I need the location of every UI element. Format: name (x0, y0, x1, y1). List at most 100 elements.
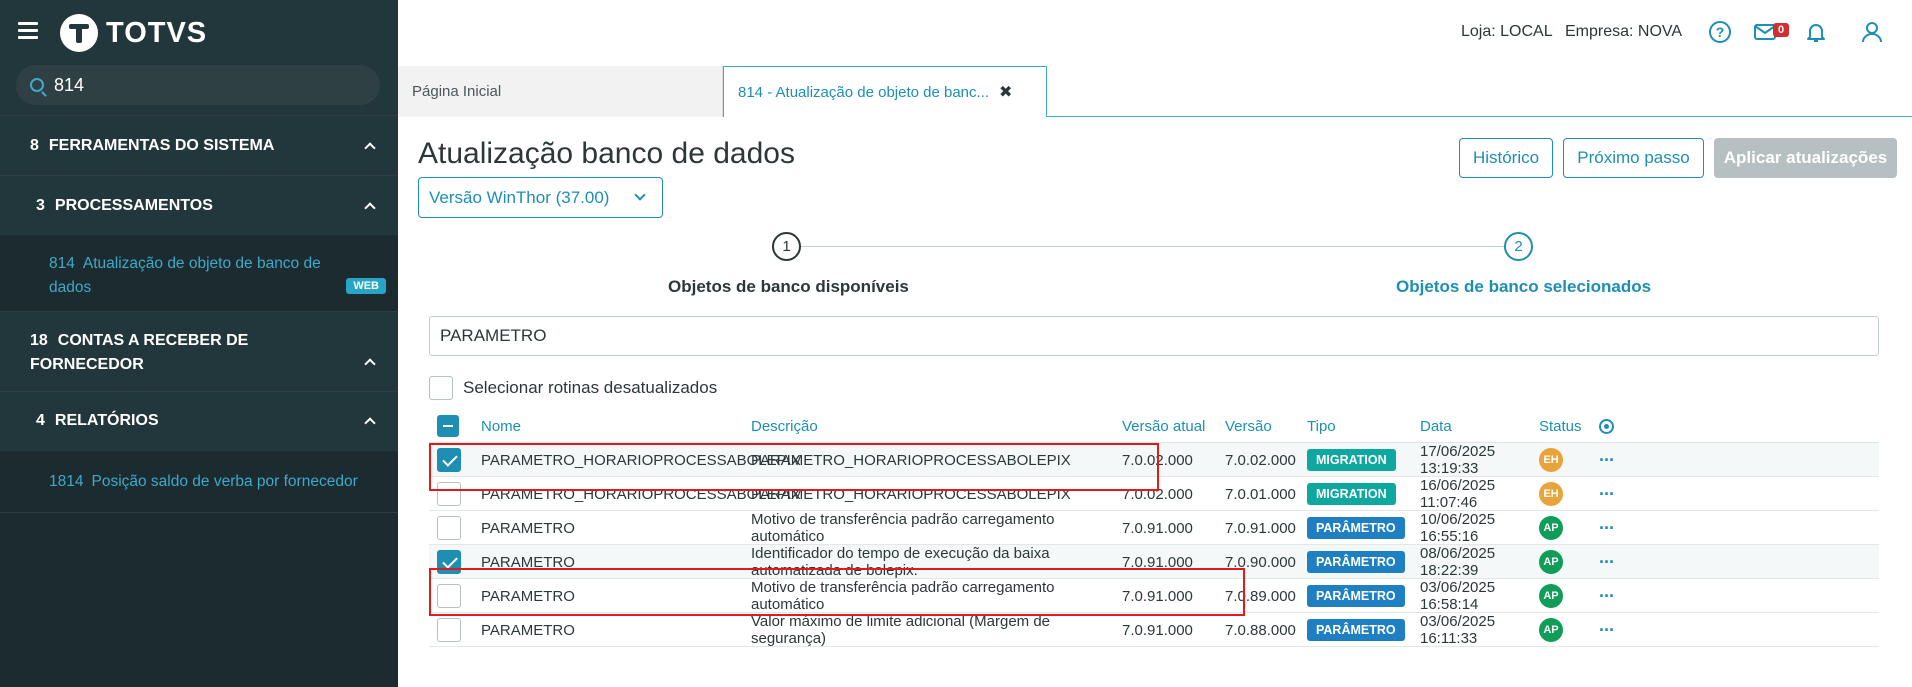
header-descricao[interactable]: Descrição (751, 409, 1121, 443)
cell-data: 17/06/2025 13:19:33 (1420, 443, 1495, 477)
data-time: 13:19:33 (1420, 460, 1479, 477)
cell-descricao: Valor máximo de limite adicional (Margem… (751, 613, 1051, 647)
tipo-tag: PARÂMETRO (1307, 551, 1405, 573)
row-checkbox[interactable] (437, 482, 461, 506)
table-row[interactable]: PARAMETRO Valor máximo de limite adicion… (429, 613, 1879, 647)
header-status[interactable]: Status (1539, 409, 1582, 443)
cell-versao: 7.0.90.000 (1225, 553, 1296, 571)
cell-nome: PARAMETRO (481, 621, 575, 639)
data-date: 17/06/2025 (1420, 443, 1496, 460)
hamburger-menu-icon[interactable] (18, 22, 38, 42)
menu-search[interactable] (16, 65, 380, 105)
search-icon (30, 78, 44, 92)
table-row[interactable]: PARAMETRO_HORARIOPROCESSABOLEPIX PARAMET… (429, 443, 1879, 477)
data-date: 03/06/2025 (1420, 579, 1496, 596)
more-options-icon[interactable]: ··· (1599, 450, 1615, 471)
row-checkbox[interactable] (437, 448, 461, 472)
sidebar-item-1814[interactable]: 1814 Posição saldo de verba por fornecedo… (0, 451, 398, 513)
more-options-icon[interactable]: ··· (1599, 518, 1615, 539)
page-title: Atualização banco de dados (418, 137, 795, 170)
tipo-tag: MIGRATION (1307, 449, 1396, 471)
table-row[interactable]: PARAMETRO Identificador do tempo de exec… (429, 545, 1879, 579)
select-all-checkbox[interactable] (437, 415, 459, 437)
row-checkbox[interactable] (437, 516, 461, 540)
status-avatar: AP (1539, 516, 1563, 540)
menu-search-input[interactable] (54, 74, 354, 96)
cell-data: 03/06/2025 16:11:33 (1420, 613, 1495, 647)
cell-versao: 7.0.88.000 (1225, 621, 1296, 639)
sidebar-group-ferramentas[interactable]: 8 FERRAMENTAS DO SISTEMA (0, 115, 398, 175)
more-options-icon[interactable]: ··· (1599, 484, 1615, 505)
table-row[interactable]: PARAMETRO_HORARIOPROCESSABOLEPIX PARAMET… (429, 477, 1879, 511)
cell-versao: 7.0.89.000 (1225, 587, 1296, 605)
web-badge: WEB (346, 278, 386, 294)
more-options-icon[interactable]: ··· (1599, 620, 1615, 641)
close-tab-icon[interactable]: ✖ (999, 82, 1012, 102)
header-versao[interactable]: Versão (1225, 409, 1272, 443)
chevron-down-icon (634, 189, 646, 201)
group-number: 8 (30, 137, 39, 154)
cell-nome: PARAMETRO (481, 519, 575, 537)
historico-button[interactable]: Histórico (1459, 138, 1553, 178)
tipo-tag: PARÂMETRO (1307, 585, 1405, 607)
sidebar-item-814[interactable]: 814 Atualização de objeto de banco de dad… (0, 235, 398, 311)
cell-versao-atual: 7.0.91.000 (1122, 621, 1193, 639)
header-nome[interactable]: Nome (481, 409, 521, 443)
cell-nome: PARAMETRO (481, 587, 575, 605)
gear-icon[interactable] (1599, 418, 1614, 434)
row-checkbox[interactable] (437, 550, 461, 574)
step-1-circle[interactable]: 1 (772, 232, 801, 261)
status-avatar: AP (1539, 584, 1563, 608)
row-checkbox[interactable] (437, 584, 461, 608)
empresa-info[interactable]: Empresa: NOVA (1565, 23, 1682, 41)
tab-814-atualizacao[interactable]: 814 - Atualização de objeto de banc... ✖ (723, 66, 1047, 118)
data-date: 08/06/2025 (1420, 545, 1496, 562)
aplicar-atualizacoes-button[interactable]: Aplicar atualizações (1714, 138, 1897, 178)
more-options-icon[interactable]: ··· (1599, 552, 1615, 573)
version-select[interactable]: Versão WinThor (37.00) (418, 177, 663, 218)
header-data[interactable]: Data (1420, 409, 1452, 443)
user-icon[interactable] (1860, 20, 1884, 44)
cell-descricao: PARAMETRO_HORARIOPROCESSABOLEPIX (751, 451, 1071, 469)
sidebar-group-processamentos[interactable]: 3 PROCESSAMENTOS (0, 175, 398, 235)
select-outdated-label: Selecionar rotinas desatualizados (463, 378, 718, 397)
sidebar-header: TOTVS (0, 0, 398, 115)
group-label: RELATÓRIOS (54, 412, 159, 429)
status-avatar: EH (1539, 448, 1563, 472)
group-label: PROCESSAMENTOS (54, 197, 213, 214)
help-icon[interactable]: ? (1708, 20, 1732, 44)
header-tipo[interactable]: Tipo (1307, 409, 1336, 443)
header-versao-atual[interactable]: Versão atual (1122, 409, 1205, 443)
stepper: 1 2 Objetos de banco disponíveis Objetos… (398, 222, 1912, 302)
cell-versao-atual: 7.0.91.000 (1122, 553, 1193, 571)
sidebar-group-contas-receber[interactable]: 18 CONTAS A RECEBER DE FORNECEDOR (0, 311, 398, 391)
data-time: 16:55:16 (1420, 528, 1479, 545)
item-number: 1814 (49, 473, 84, 490)
group-label: FERRAMENTAS DO SISTEMA (48, 137, 275, 154)
filter-input[interactable] (429, 316, 1879, 356)
group-number: 4 (36, 412, 45, 429)
cell-data: 08/06/2025 18:22:39 (1420, 545, 1495, 579)
step-2-circle[interactable]: 2 (1504, 232, 1533, 261)
select-outdated-option[interactable]: Selecionar rotinas desatualizados (429, 376, 717, 400)
cell-versao: 7.0.01.000 (1225, 485, 1296, 503)
cell-data: 10/06/2025 16:55:16 (1420, 511, 1495, 545)
cell-versao: 7.0.02.000 (1225, 451, 1296, 469)
table-row[interactable]: PARAMETRO Motivo de transferência padrão… (429, 579, 1879, 613)
table-header: Nome Descrição Versão atual Versão Tipo … (429, 409, 1879, 443)
sidebar-group-relatorios[interactable]: 4 RELATÓRIOS (0, 391, 398, 451)
cell-data: 16/06/2025 11:07:46 (1420, 477, 1495, 511)
cell-descricao: Motivo de transferência padrão carregame… (751, 579, 1055, 613)
tab-pagina-inicial[interactable]: Página Inicial (398, 66, 723, 117)
bell-icon[interactable] (1804, 20, 1828, 44)
data-time: 18:22:39 (1420, 562, 1479, 579)
table-row[interactable]: PARAMETRO Motivo de transferência padrão… (429, 511, 1879, 545)
mail-count-badge: 0 (1773, 23, 1790, 37)
row-checkbox[interactable] (437, 618, 461, 642)
select-outdated-checkbox[interactable] (429, 376, 453, 400)
more-options-icon[interactable]: ··· (1599, 586, 1615, 607)
main-content: Atualização banco de dados Histórico Pró… (398, 117, 1912, 687)
tab-label: Página Inicial (412, 83, 502, 100)
mail-icon[interactable]: 0 (1753, 20, 1793, 44)
proximo-passo-button[interactable]: Próximo passo (1563, 138, 1704, 178)
